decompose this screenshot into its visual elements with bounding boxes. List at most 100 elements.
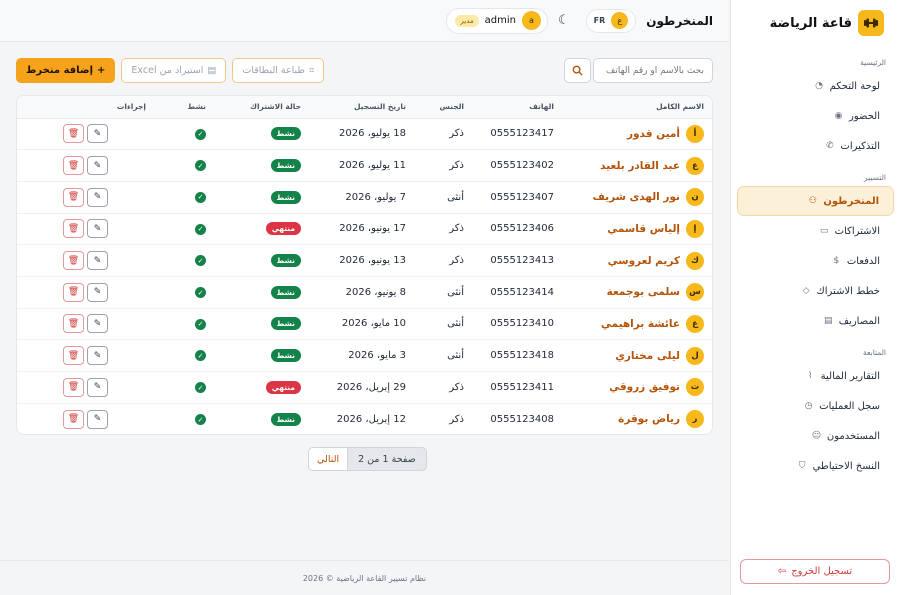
edit-button[interactable]: ✎ — [87, 187, 108, 207]
page-info: صفحة 1 من 2 — [347, 447, 427, 471]
sidebar-nav: الرئيسية لوحة التحكم ◔ الحضور ◉ التذكيرات ✆ الت… — [731, 58, 900, 481]
delete-button[interactable]: 🗑 — [63, 377, 84, 397]
sidebar-item[interactable]: المنخرطون ⚇ — [737, 186, 894, 216]
table-row: ك كريم لعروسي 0555123413 ذكر 13 يونيو، 2… — [17, 245, 712, 277]
col-gender[interactable]: الجنس — [414, 96, 472, 118]
edit-button[interactable]: ✎ — [87, 282, 108, 302]
member-name-link[interactable]: أمين قدور — [627, 128, 680, 140]
member-name-group[interactable]: ك كريم لعروسي — [570, 251, 704, 270]
brand[interactable]: قاعة الرياضة — [731, 0, 900, 46]
delete-button[interactable]: 🗑 — [63, 251, 84, 271]
cell-register-date: 13 يونيو، 2026 — [339, 255, 406, 267]
edit-button[interactable]: ✎ — [87, 219, 108, 239]
cell-subscription-status: نشط — [214, 308, 309, 340]
member-name-group[interactable]: إ إلياس قاسمي — [570, 219, 704, 238]
sidebar-item[interactable]: التذكيرات ✆ — [737, 131, 894, 161]
edit-button[interactable]: ✎ — [87, 409, 108, 429]
row-actions: ✎ 🗑 — [25, 124, 146, 144]
member-name-link[interactable]: ليلى مختاري — [615, 350, 680, 362]
delete-button[interactable]: 🗑 — [63, 346, 84, 366]
search-input[interactable] — [593, 58, 713, 83]
table-body: أ أمين قدور 0555123417 ذكر 18 يوليو، 202… — [17, 118, 712, 434]
pencil-icon: ✎ — [93, 160, 102, 171]
tag-icon: ◇ — [802, 286, 810, 296]
sidebar-section-title: الرئيسية — [860, 58, 886, 67]
add-member-button[interactable]: + إضافة منخرط — [16, 58, 116, 83]
member-name-link[interactable]: رياض بوقرة — [618, 413, 680, 425]
delete-button[interactable]: 🗑 — [63, 409, 84, 429]
trash-icon: 🗑 — [67, 223, 80, 234]
member-name-link[interactable]: عائشة براهيمي — [601, 318, 680, 330]
sidebar-item[interactable]: سجل العمليات ◷ — [737, 391, 894, 421]
sidebar-item[interactable]: لوحة التحكم ◔ — [737, 71, 894, 101]
sidebar-item-label: المنخرطون — [823, 195, 879, 207]
search-button[interactable] — [564, 58, 591, 83]
member-name-group[interactable]: ر رياض بوقرة — [570, 410, 704, 429]
col-fullname[interactable]: الاسم الكامل — [562, 96, 712, 118]
trash-icon: 🗑 — [67, 350, 80, 361]
print-cards-button[interactable]: ⌗ طباعة البطاقات — [232, 58, 325, 83]
cell-register-date: 10 مايو، 2026 — [341, 318, 406, 330]
member-name-group[interactable]: ع عبد القادر بلعيد — [570, 156, 704, 175]
trash-icon: 🗑 — [67, 287, 80, 298]
cell-subscription-status: نشط — [214, 118, 309, 150]
member-name-group[interactable]: ت توفيق زروقي — [570, 378, 704, 397]
col-phone[interactable]: الهاتف — [472, 96, 562, 118]
edit-button[interactable]: ✎ — [87, 156, 108, 176]
sidebar-item[interactable]: المصاريف ▤ — [737, 306, 894, 336]
user-plus-icon: + — [97, 65, 106, 76]
next-page-button[interactable]: التالي — [308, 447, 348, 471]
col-subscription-status[interactable]: حالة الاشتراك — [214, 96, 309, 118]
cell-phone: 0555123417 — [490, 128, 554, 140]
row-actions: ✎ 🗑 — [25, 251, 146, 271]
member-name-link[interactable]: توفيق زروقي — [609, 381, 680, 393]
sidebar-item[interactable]: خطط الاشتراك ◇ — [737, 276, 894, 306]
edit-button[interactable]: ✎ — [87, 377, 108, 397]
sidebar-item[interactable]: المستخدمون ☺ — [737, 421, 894, 451]
status-badge: نشط — [270, 159, 301, 173]
edit-button[interactable]: ✎ — [87, 314, 108, 334]
col-active[interactable]: نشط — [154, 96, 214, 118]
language-switcher[interactable]: ع FR — [585, 8, 637, 33]
edit-button[interactable]: ✎ — [87, 251, 108, 271]
delete-button[interactable]: 🗑 — [63, 124, 84, 144]
member-name-group[interactable]: ل ليلى مختاري — [570, 346, 704, 365]
table-row: ن نور الهدى شريف 0555123407 أنثى 7 يوليو… — [17, 181, 712, 214]
delete-button[interactable]: 🗑 — [63, 282, 84, 302]
logout-button[interactable]: تسجيل الخروج ⇦ — [740, 559, 890, 584]
cell-phone: 0555123407 — [490, 191, 554, 203]
delete-button[interactable]: 🗑 — [63, 219, 84, 239]
member-name-link[interactable]: سلمى بوجمعة — [607, 286, 680, 298]
cell-active: ✓ — [154, 150, 214, 182]
sidebar-item[interactable]: الحضور ◉ — [737, 101, 894, 131]
logout-label: تسجيل الخروج — [791, 566, 853, 577]
delete-button[interactable]: 🗑 — [63, 314, 84, 334]
cell-fullname: ن نور الهدى شريف — [562, 181, 712, 213]
member-name-group[interactable]: س سلمى بوجمعة — [570, 283, 704, 302]
user-menu[interactable]: a admin مدير — [446, 7, 548, 34]
member-name-link[interactable]: نور الهدى شريف — [593, 191, 680, 203]
sidebar-item[interactable]: الاشتراكات ▭ — [737, 216, 894, 246]
pencil-icon: ✎ — [93, 128, 102, 139]
member-name-group[interactable]: ن نور الهدى شريف — [570, 188, 704, 207]
member-initial-avatar: ن — [686, 188, 704, 207]
member-name-link[interactable]: كريم لعروسي — [608, 255, 680, 267]
edit-button[interactable]: ✎ — [87, 124, 108, 144]
import-excel-button[interactable]: ▤ استيراد من Excel — [121, 58, 227, 83]
edit-button[interactable]: ✎ — [87, 346, 108, 366]
member-name-group[interactable]: ع عائشة براهيمي — [570, 314, 704, 333]
table-row: ت توفيق زروقي 0555123411 ذكر 29 إبريل، 2… — [17, 372, 712, 404]
cell-gender: أنثى — [447, 286, 464, 298]
delete-button[interactable]: 🗑 — [63, 187, 84, 207]
member-name-group[interactable]: أ أمين قدور — [570, 124, 704, 143]
delete-button[interactable]: 🗑 — [63, 156, 84, 176]
status-badge: منتهي — [265, 222, 301, 236]
dark-mode-toggle-icon[interactable]: ☾ — [558, 13, 570, 28]
sidebar-item[interactable]: التقارير المالية ⌇ — [737, 361, 894, 391]
member-name-link[interactable]: إلياس قاسمي — [607, 223, 680, 235]
members-table: الاسم الكامل الهاتف الجنس تاريخ التسجيل … — [17, 96, 712, 434]
member-name-link[interactable]: عبد القادر بلعيد — [600, 160, 680, 172]
sidebar-item[interactable]: الدفعات $ — [737, 246, 894, 276]
sidebar-item[interactable]: النسخ الاحتياطي ⛉ — [737, 451, 894, 481]
col-register-date[interactable]: تاريخ التسجيل — [309, 96, 414, 118]
